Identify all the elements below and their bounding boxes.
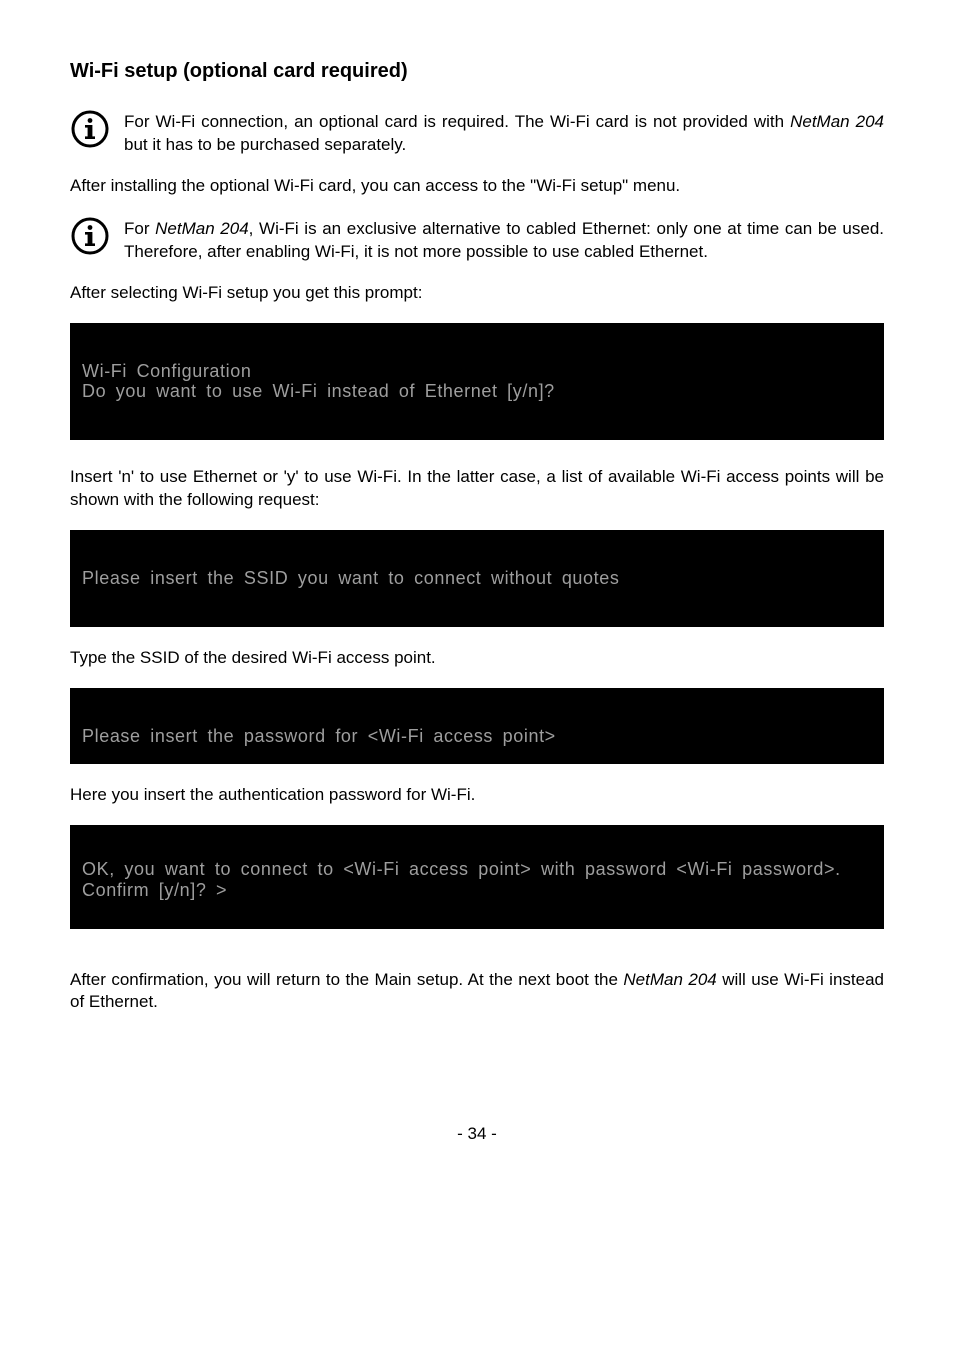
section-heading: Wi-Fi setup (optional card required) bbox=[70, 60, 884, 83]
info-text-1: For Wi-Fi connection, an optional card i… bbox=[124, 109, 884, 157]
para6-pre: After confirmation, you will return to t… bbox=[70, 970, 623, 989]
paragraph-1: After installing the optional Wi-Fi card… bbox=[70, 175, 884, 198]
terminal-block-1: Wi-Fi Configuration Do you want to use W… bbox=[70, 323, 884, 440]
info-text-2: For NetMan 204, Wi-Fi is an exclusive al… bbox=[124, 216, 884, 264]
info1-pre: For Wi-Fi connection, an optional card i… bbox=[124, 112, 790, 131]
info2-pre: For bbox=[124, 219, 155, 238]
paragraph-3: Insert 'n' to use Ethernet or 'y' to use… bbox=[70, 466, 884, 512]
page-number: - 34 - bbox=[70, 1124, 884, 1144]
terminal-block-4: OK, you want to connect to <Wi-Fi access… bbox=[70, 825, 884, 928]
terminal-text-4: OK, you want to connect to <Wi-Fi access… bbox=[82, 859, 872, 900]
paragraph-6: After confirmation, you will return to t… bbox=[70, 969, 884, 1015]
info1-product: NetMan 204 bbox=[790, 112, 884, 131]
info2-product: NetMan 204 bbox=[155, 219, 249, 238]
terminal-block-3: Please insert the password for <Wi-Fi ac… bbox=[70, 688, 884, 765]
terminal-text-1: Wi-Fi Configuration Do you want to use W… bbox=[82, 361, 872, 402]
info-note-2: For NetMan 204, Wi-Fi is an exclusive al… bbox=[70, 216, 884, 264]
paragraph-5: Here you insert the authentication passw… bbox=[70, 784, 884, 807]
paragraph-4: Type the SSID of the desired Wi-Fi acces… bbox=[70, 647, 884, 670]
terminal-text-2: Please insert the SSID you want to conne… bbox=[82, 568, 872, 589]
page-content: Wi-Fi setup (optional card required) For… bbox=[0, 0, 954, 1184]
info-icon bbox=[70, 109, 110, 149]
paragraph-2: After selecting Wi-Fi setup you get this… bbox=[70, 282, 884, 305]
para6-product: NetMan 204 bbox=[623, 970, 716, 989]
terminal-block-2: Please insert the SSID you want to conne… bbox=[70, 530, 884, 627]
info-icon bbox=[70, 216, 110, 256]
terminal-text-3: Please insert the password for <Wi-Fi ac… bbox=[82, 726, 872, 747]
info-note-1: For Wi-Fi connection, an optional card i… bbox=[70, 109, 884, 157]
info1-post: but it has to be purchased separately. bbox=[124, 135, 406, 154]
